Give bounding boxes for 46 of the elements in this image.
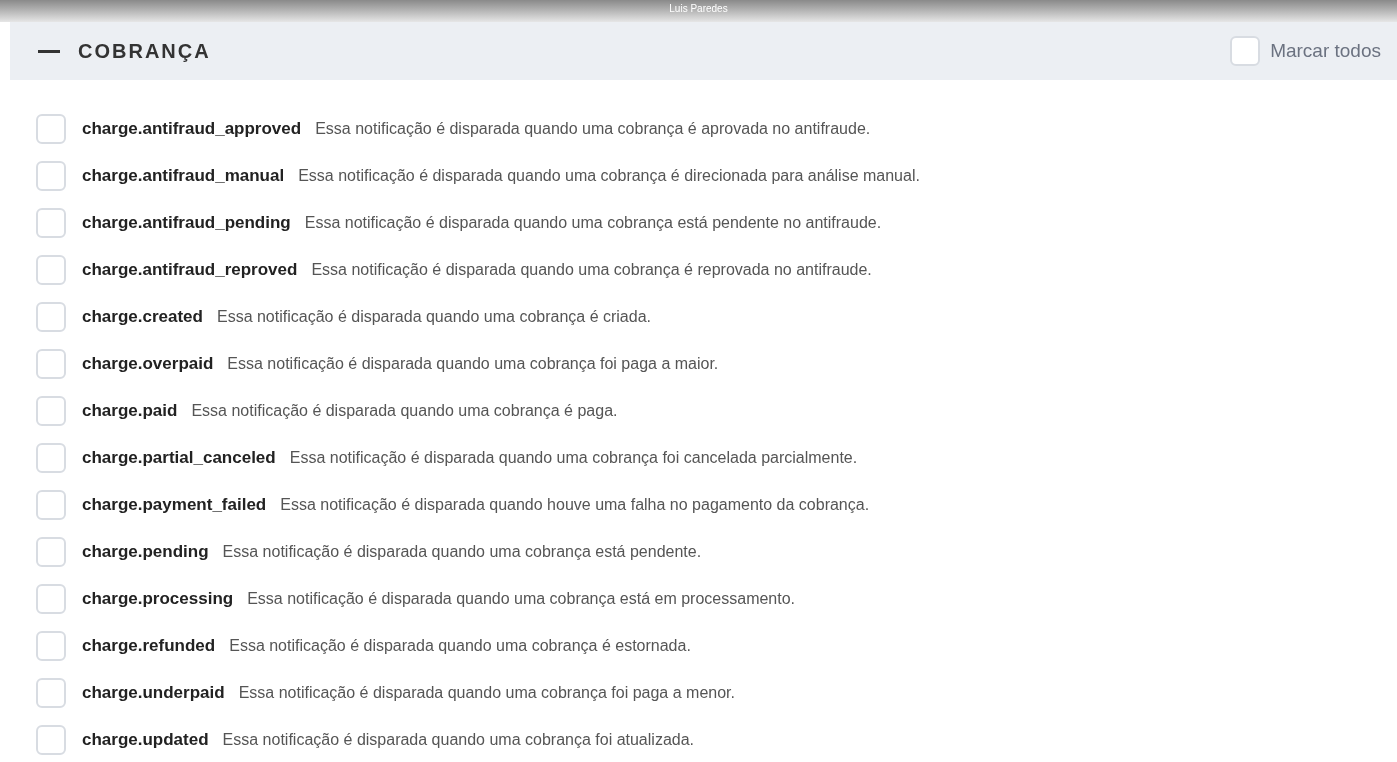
event-checkbox[interactable]	[36, 395, 66, 426]
event-name: charge.overpaid	[82, 352, 214, 375]
event-checkbox[interactable]	[36, 442, 66, 473]
user-name: Luis Paredes	[669, 4, 728, 16]
event-name: charge.payment_failed	[82, 493, 267, 516]
event-checkbox[interactable]	[36, 348, 66, 379]
select-all-label: Marcar todos	[1270, 38, 1381, 63]
event-name: charge.updated	[82, 728, 209, 751]
event-checkbox[interactable]	[36, 724, 66, 755]
event-name: charge.antifraud_reproved	[82, 258, 298, 281]
event-name: charge.paid	[82, 399, 178, 422]
event-description: Essa notificação é disparada quando uma cobrança foi paga a menor.	[238, 682, 735, 703]
event-name: charge.partial_canceled	[82, 446, 276, 469]
event-description: Essa notificação é disparada quando uma cobrança foi cancelada parcialmente.	[289, 447, 858, 468]
select-all-checkbox[interactable]	[1230, 36, 1261, 66]
event-checkbox[interactable]	[36, 677, 66, 708]
event-checkbox[interactable]	[36, 207, 66, 238]
event-name: charge.antifraud_approved	[82, 117, 302, 140]
event-description: Essa notificação é disparada quando uma cobrança é aprovada no antifraude.	[315, 118, 871, 139]
event-description: Essa notificação é disparada quando uma cobrança é criada.	[216, 306, 651, 327]
event-checkbox[interactable]	[36, 113, 66, 144]
event-checkbox[interactable]	[36, 160, 66, 191]
event-checkbox[interactable]	[36, 536, 66, 567]
event-description: Essa notificação é disparada quando uma cobrança é paga.	[191, 400, 618, 421]
event-description: Essa notificação é disparada quando uma cobrança é estornada.	[229, 635, 691, 656]
event-description: Essa notificação é disparada quando uma cobrança está em processamento.	[247, 588, 796, 609]
event-checkbox[interactable]	[36, 301, 66, 332]
event-description: Essa notificação é disparada quando uma cobrança é direcionada para análise manual.	[298, 165, 920, 186]
event-description: Essa notificação é disparada quando uma cobrança foi paga a maior.	[227, 353, 719, 374]
section-title: COBRANÇA	[78, 39, 211, 64]
event-description: Essa notificação é disparada quando houve uma falha no pagamento da cobrança.	[280, 494, 870, 515]
event-name: charge.antifraud_pending	[82, 211, 291, 234]
event-checkbox[interactable]	[36, 583, 66, 614]
event-name: charge.antifraud_manual	[82, 164, 285, 187]
event-name: charge.refunded	[82, 634, 216, 657]
event-description: Essa notificação é disparada quando uma cobrança está pendente.	[222, 541, 702, 562]
event-name: charge.pending	[82, 540, 209, 563]
event-description: Essa notificação é disparada quando uma cobrança foi atualizada.	[222, 729, 694, 750]
event-description: Essa notificação é disparada quando uma cobrança é reprovada no antifraude.	[311, 259, 872, 280]
event-name: charge.processing	[82, 587, 234, 610]
event-checkbox[interactable]	[36, 630, 66, 661]
event-checkbox[interactable]	[36, 489, 66, 520]
event-name: charge.created	[82, 305, 203, 328]
event-checkbox[interactable]	[36, 254, 66, 285]
event-description: Essa notificação é disparada quando uma cobrança está pendente no antifraude.	[304, 212, 882, 233]
event-name: charge.underpaid	[82, 681, 225, 704]
